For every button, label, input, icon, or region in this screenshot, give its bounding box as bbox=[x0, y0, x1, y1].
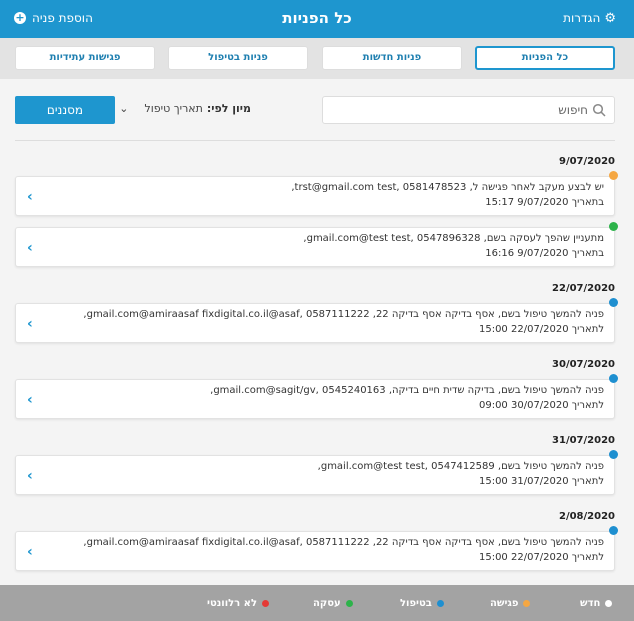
date-header: 30/07/2020 bbox=[552, 359, 615, 370]
inquiry-description: פניה להמשך טיפול בשם, 0547412589 ,gmail.… bbox=[317, 461, 604, 472]
inquiry-card[interactable]: פניה להמשך טיפול בשם, אסף בדיקה אסף בדיק… bbox=[15, 526, 618, 571]
inquiry-card[interactable]: יש לבצע מעקב לאחר פגישה ל, 0581478523 ,t… bbox=[15, 171, 618, 216]
inquiry-date: בתאריך 9/07/2020 15:17 bbox=[485, 197, 604, 208]
tabs-bar: כל הפניות פניות חדשות פניות בטיפול פגישו… bbox=[0, 38, 634, 79]
search-placeholder: חיפוש bbox=[558, 103, 588, 117]
status-dot bbox=[262, 600, 270, 607]
status-dot bbox=[605, 600, 613, 607]
legend-item-in-progress: בטיפול bbox=[400, 598, 444, 609]
inquiry-description: פניה להמשך טיפול בשם, אסף בדיקה אסף בדיק… bbox=[83, 309, 604, 320]
tab-new[interactable]: פניות חדשות bbox=[322, 46, 462, 70]
legend-label: לא רלוונטי bbox=[207, 598, 258, 609]
chevron-down-icon: ⌄ bbox=[119, 102, 129, 115]
sort-label: מיון לפי: bbox=[206, 102, 251, 115]
status-dot bbox=[436, 600, 444, 607]
status-legend: חדש פגישה בטיפול עסקה לא רלוונטי bbox=[0, 585, 634, 621]
page-title: כל הפניות bbox=[282, 9, 352, 27]
legend-label: חדש bbox=[580, 598, 601, 609]
divider bbox=[15, 140, 615, 141]
chevron-left-icon[interactable]: ‹ bbox=[27, 392, 33, 408]
tab-in-progress[interactable]: פניות בטיפול bbox=[168, 46, 308, 70]
sort-dropdown[interactable]: מיון לפי: תאריך טיפול ⌄ bbox=[119, 102, 251, 115]
search-input[interactable]: חיפוש bbox=[322, 96, 615, 124]
inquiry-date: לתאריך 30/07/2020 09:00 bbox=[478, 400, 604, 411]
inquiry-description: פניה להמשך טיפול בשם, בדיקה שדית חיים בד… bbox=[210, 385, 604, 396]
main-content: חיפוש מיון לפי: תאריך טיפול ⌄ מסננים 9/0… bbox=[0, 79, 634, 585]
inquiry-date: לתאריך 31/07/2020 15:00 bbox=[478, 476, 604, 487]
legend-item-not-relevant: לא רלוונטי bbox=[207, 598, 270, 609]
inquiry-date: לתאריך 22/07/2020 15:00 bbox=[478, 324, 604, 335]
chevron-left-icon[interactable]: ‹ bbox=[27, 240, 33, 256]
status-dot bbox=[609, 374, 618, 383]
chevron-left-icon[interactable]: ‹ bbox=[27, 544, 33, 560]
inquiry-description: יש לבצע מעקב לאחר פגישה ל, 0581478523 ,t… bbox=[291, 182, 604, 193]
inquiry-card[interactable]: פניה להמשך טיפול בשם, 0547412589 ,gmail.… bbox=[15, 450, 618, 495]
plus-icon: + bbox=[14, 11, 26, 24]
legend-item-meeting: פגישה bbox=[490, 598, 531, 609]
inquiry-card[interactable]: פניה להמשך טיפול בשם, אסף בדיקה אסף בדיק… bbox=[15, 298, 618, 343]
inquiry-card[interactable]: מתעניין שהפך לעסקה בשם, 0547896328 ,gmai… bbox=[15, 222, 618, 267]
legend-label: פגישה bbox=[490, 598, 519, 609]
inquiry-date: בתאריך 9/07/2020 16:16 bbox=[485, 248, 604, 259]
date-header: 2/08/2020 bbox=[558, 511, 615, 522]
app-header: ⚙ הגדרות כל הפניות + הוספת פניה bbox=[0, 0, 634, 38]
status-dot bbox=[523, 600, 531, 607]
tab-future-meetings[interactable]: פגישות עתידיות bbox=[15, 46, 155, 70]
legend-label: בטיפול bbox=[400, 598, 432, 609]
status-dot bbox=[345, 600, 353, 607]
inquiry-date: לתאריך 22/07/2020 15:00 bbox=[478, 552, 604, 563]
date-header: 9/07/2020 bbox=[558, 156, 615, 167]
status-dot bbox=[609, 526, 618, 535]
tab-all[interactable]: כל הפניות bbox=[475, 46, 615, 70]
inquiry-description: פניה להמשך טיפול בשם, אסף בדיקה אסף בדיק… bbox=[83, 537, 604, 548]
inquiry-card[interactable]: פניה להמשך טיפול בשם, בדיקה שדית חיים בד… bbox=[15, 374, 618, 419]
status-dot bbox=[609, 298, 618, 307]
inquiry-description: מתעניין שהפך לעסקה בשם, 0547896328 ,gmai… bbox=[303, 233, 604, 244]
status-dot bbox=[609, 450, 618, 459]
legend-label: עסקה bbox=[313, 598, 341, 609]
chevron-left-icon[interactable]: ‹ bbox=[27, 316, 33, 332]
status-dot bbox=[609, 222, 618, 231]
date-header: 31/07/2020 bbox=[552, 435, 615, 446]
chevron-left-icon[interactable]: ‹ bbox=[27, 189, 33, 205]
legend-item-new: חדש bbox=[580, 598, 613, 609]
add-inquiry-button[interactable]: + הוספת פניה bbox=[14, 11, 93, 25]
date-header: 22/07/2020 bbox=[552, 283, 615, 294]
search-icon bbox=[592, 103, 606, 117]
chevron-left-icon[interactable]: ‹ bbox=[27, 468, 33, 484]
sort-value: תאריך טיפול bbox=[144, 102, 203, 115]
status-dot bbox=[609, 171, 618, 180]
legend-item-deal: עסקה bbox=[313, 598, 353, 609]
filters-button[interactable]: מסננים bbox=[15, 96, 115, 124]
add-inquiry-label: הוספת פניה bbox=[32, 11, 93, 25]
